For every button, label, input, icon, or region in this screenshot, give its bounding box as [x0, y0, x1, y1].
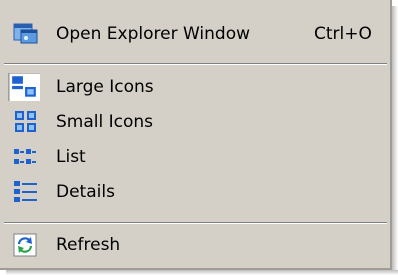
menu-item-open-explorer-window[interactable]: Open Explorer Window Ctrl+O [0, 17, 390, 51]
large-icons-icon [8, 73, 40, 101]
list-icon [14, 149, 36, 164]
menu-item-label: Details [56, 182, 115, 202]
small-icons-icon [15, 111, 36, 132]
menu-item-shortcut: Ctrl+O [314, 24, 372, 44]
refresh-icon [13, 233, 37, 257]
menu-item-small-icons[interactable]: Small Icons [0, 105, 390, 139]
menu-item-label: List [56, 147, 86, 167]
menu-item-label: Refresh [56, 235, 121, 255]
menu-shadow-right [392, 6, 398, 275]
menu-separator [4, 222, 387, 224]
context-menu: Open Explorer Window Ctrl+O Large Icons … [0, 0, 392, 270]
menu-separator [4, 63, 387, 65]
details-icon [14, 181, 37, 202]
explorer-window-icon [13, 23, 38, 44]
menu-item-large-icons[interactable]: Large Icons [0, 70, 390, 104]
menu-shadow-bottom [6, 270, 398, 275]
menu-item-label: Small Icons [56, 112, 154, 132]
menu-item-list[interactable]: List [0, 140, 390, 174]
menu-item-refresh[interactable]: Refresh [0, 228, 390, 262]
menu-item-label: Large Icons [56, 77, 154, 97]
menu-item-details[interactable]: Details [0, 175, 390, 209]
menu-item-label: Open Explorer Window [56, 24, 251, 44]
